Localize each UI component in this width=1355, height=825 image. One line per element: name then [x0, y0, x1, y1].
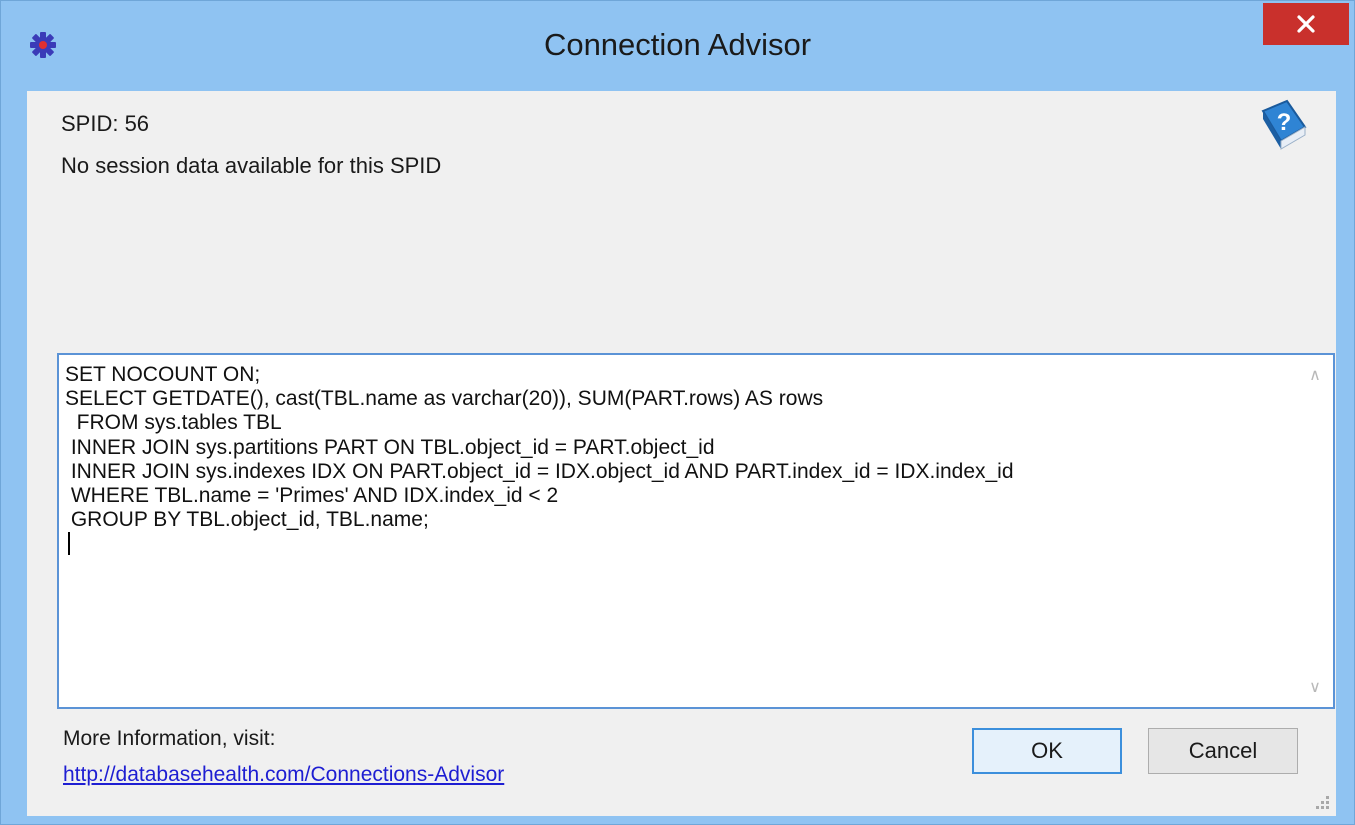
close-button[interactable] [1263, 3, 1349, 45]
connections-advisor-link[interactable]: http://databasehealth.com/Connections-Ad… [63, 763, 504, 787]
ok-button[interactable]: OK [972, 728, 1122, 774]
more-info-label: More Information, visit: [63, 727, 276, 750]
dialog-body: SPID: 56 No session data available for t… [27, 91, 1336, 816]
connection-advisor-window: Connection Advisor SPID: 56 No session d… [0, 0, 1355, 825]
text-caret [68, 532, 70, 556]
vertical-scrollbar[interactable]: ∧ ∨ [1297, 355, 1333, 707]
scroll-down-button[interactable]: ∨ [1297, 669, 1333, 705]
window-title: Connection Advisor [543, 27, 812, 62]
svg-text:?: ? [1277, 109, 1292, 136]
spid-label: SPID: 56 [61, 111, 150, 136]
close-icon [1297, 15, 1315, 33]
scroll-up-button[interactable]: ∧ [1297, 357, 1333, 393]
resize-grip-icon[interactable] [1311, 791, 1331, 811]
sql-line: SET NOCOUNT ON; [65, 363, 261, 386]
cancel-button[interactable]: Cancel [1148, 728, 1298, 774]
sql-text: SET NOCOUNT ON; SELECT GETDATE(), cast(T… [65, 363, 1289, 556]
help-book-icon[interactable]: ? [1253, 97, 1311, 155]
sql-line: INNER JOIN sys.indexes IDX ON PART.objec… [65, 459, 1014, 483]
sql-line: SELECT GETDATE(), cast(TBL.name as varch… [65, 387, 824, 411]
title-bar[interactable]: Connection Advisor [1, 1, 1354, 91]
sql-line: INNER JOIN sys.partitions PART ON TBL.ob… [65, 435, 715, 459]
sql-query-editor[interactable]: SET NOCOUNT ON; SELECT GETDATE(), cast(T… [57, 353, 1335, 709]
sql-line: GROUP BY TBL.object_id, TBL.name; [65, 508, 429, 532]
chevron-up-icon: ∧ [1309, 367, 1321, 384]
session-status-message: No session data available for this SPID [61, 153, 442, 178]
sql-line: WHERE TBL.name = 'Primes' AND IDX.index_… [65, 484, 559, 508]
chevron-down-icon: ∨ [1309, 679, 1321, 696]
sql-line: FROM sys.tables TBL [65, 411, 282, 435]
